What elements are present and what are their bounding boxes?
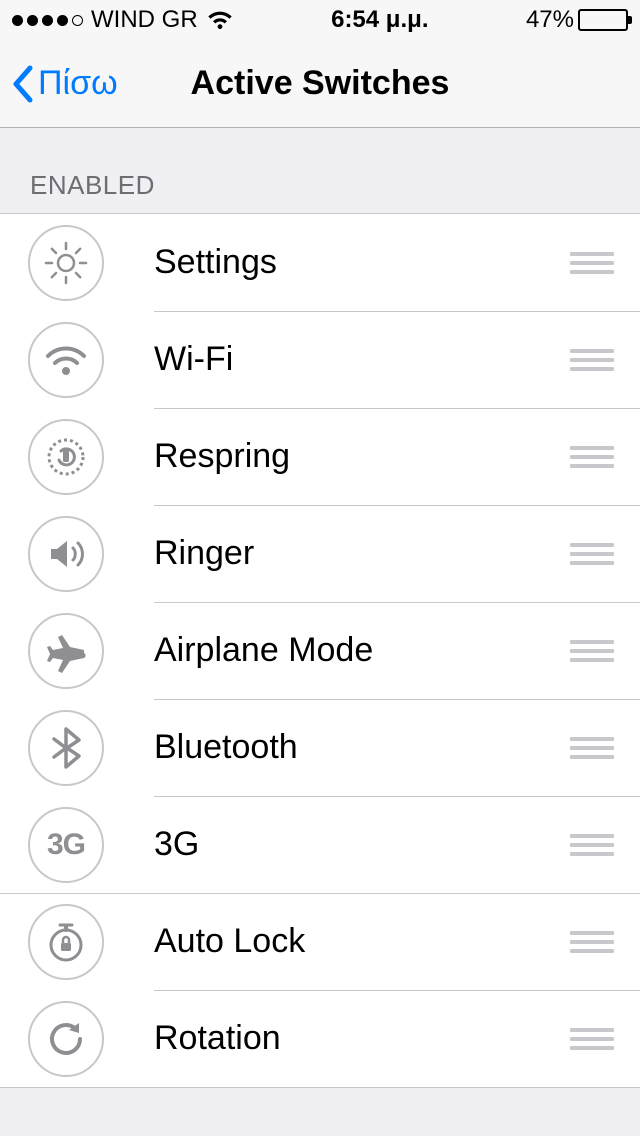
drag-handle-icon[interactable] bbox=[570, 349, 620, 371]
drag-handle-icon[interactable] bbox=[570, 834, 620, 856]
list-item-airplane[interactable]: Airplane Mode bbox=[0, 602, 640, 699]
status-left: WIND GR bbox=[12, 6, 234, 34]
battery-icon bbox=[578, 9, 628, 31]
drag-handle-icon[interactable] bbox=[570, 543, 620, 565]
row-label: Wi-Fi bbox=[154, 340, 570, 379]
speaker-icon bbox=[28, 516, 104, 592]
chevron-left-icon bbox=[10, 64, 34, 104]
back-button[interactable]: Πίσω bbox=[0, 64, 118, 104]
list-item-wifi[interactable]: Wi-Fi bbox=[0, 311, 640, 408]
signal-strength-icon bbox=[12, 15, 83, 26]
row-label: Bluetooth bbox=[154, 728, 570, 767]
drag-handle-icon[interactable] bbox=[570, 931, 620, 953]
status-bar: WIND GR 6:54 μ.μ. 47% bbox=[0, 0, 640, 40]
list-item-settings[interactable]: Settings bbox=[0, 214, 640, 311]
row-label: Auto Lock bbox=[154, 922, 570, 961]
drag-handle-icon[interactable] bbox=[570, 640, 620, 662]
wifi-icon bbox=[28, 322, 104, 398]
switches-list: Settings Wi-Fi R bbox=[0, 213, 640, 1088]
airplane-icon bbox=[28, 613, 104, 689]
gear-icon bbox=[28, 225, 104, 301]
row-label: Airplane Mode bbox=[154, 631, 570, 670]
drag-handle-icon[interactable] bbox=[570, 252, 620, 274]
status-time: 6:54 μ.μ. bbox=[331, 6, 428, 34]
drag-handle-icon[interactable] bbox=[570, 1028, 620, 1050]
row-label: Ringer bbox=[154, 534, 570, 573]
row-label: Respring bbox=[154, 437, 570, 476]
row-label: Rotation bbox=[154, 1019, 570, 1058]
drag-handle-icon[interactable] bbox=[570, 446, 620, 468]
status-right: 47% bbox=[526, 6, 628, 34]
list-item-ringer[interactable]: Ringer bbox=[0, 505, 640, 602]
row-label: 3G bbox=[154, 825, 570, 864]
row-label: Settings bbox=[154, 243, 570, 282]
drag-handle-icon[interactable] bbox=[570, 737, 620, 759]
back-label: Πίσω bbox=[38, 64, 118, 103]
3g-icon: 3G bbox=[28, 807, 104, 883]
nav-bar: Πίσω Active Switches bbox=[0, 40, 640, 128]
battery-indicator: 47% bbox=[526, 6, 628, 34]
respring-icon bbox=[28, 419, 104, 495]
rotation-icon bbox=[28, 1001, 104, 1077]
wifi-status-icon bbox=[206, 9, 234, 31]
battery-percent: 47% bbox=[526, 6, 574, 34]
list-item-rotation[interactable]: Rotation bbox=[0, 990, 640, 1087]
list-item-3g[interactable]: 3G 3G bbox=[0, 796, 640, 893]
stopwatch-lock-icon bbox=[28, 904, 104, 980]
list-item-bluetooth[interactable]: Bluetooth bbox=[0, 699, 640, 796]
list-item-autolock[interactable]: Auto Lock bbox=[0, 893, 640, 990]
section-header-enabled: ENABLED bbox=[0, 128, 640, 213]
list-item-respring[interactable]: Respring bbox=[0, 408, 640, 505]
carrier-label: WIND GR bbox=[91, 6, 198, 34]
bluetooth-icon bbox=[28, 710, 104, 786]
